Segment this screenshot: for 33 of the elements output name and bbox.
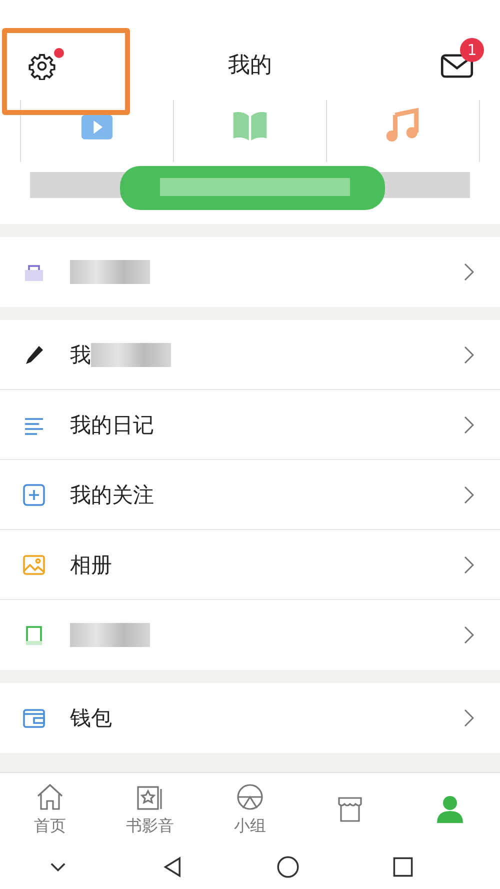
recents-icon[interactable] xyxy=(392,856,414,878)
image-icon xyxy=(22,552,46,576)
menu-row[interactable]: 相册 xyxy=(0,530,500,600)
tab[interactable]: 书影音 xyxy=(100,773,200,845)
shop-icon xyxy=(335,794,365,824)
wallet-icon xyxy=(22,706,46,730)
ball-icon xyxy=(235,782,265,812)
chevron-right-icon xyxy=(464,263,474,281)
chevron-right-icon xyxy=(464,346,474,364)
page-title: 我的 xyxy=(227,52,273,80)
chevron-right-icon xyxy=(464,486,474,504)
menu-label: 钱包 xyxy=(70,705,112,732)
menu-row[interactable]: 我的日记 xyxy=(0,390,500,460)
menu-label: 我的关注 xyxy=(70,482,154,508)
tab[interactable]: 首页 xyxy=(0,773,100,845)
menu-row[interactable]: 钱包 xyxy=(0,683,500,753)
home-icon xyxy=(35,782,65,812)
settings-icon[interactable] xyxy=(28,52,56,80)
person-icon xyxy=(435,794,465,824)
menu-label: 我的日记 xyxy=(70,412,154,438)
unread-badge: 1 xyxy=(460,38,484,62)
chevron-right-icon xyxy=(464,626,474,644)
tab[interactable]: 小组 xyxy=(200,773,300,845)
menu-label: 相册 xyxy=(70,552,112,578)
chevron-right-icon xyxy=(464,416,474,434)
menu-row[interactable]: 我的关注 xyxy=(0,460,500,530)
menu-row[interactable]: 我 xyxy=(0,320,500,390)
chevron-right-icon xyxy=(464,556,474,574)
add-icon xyxy=(22,482,46,506)
chevron-right-icon xyxy=(464,709,474,727)
home-button-icon[interactable] xyxy=(276,856,298,878)
menu-label: 我 xyxy=(70,342,91,368)
back-icon[interactable] xyxy=(162,856,184,878)
